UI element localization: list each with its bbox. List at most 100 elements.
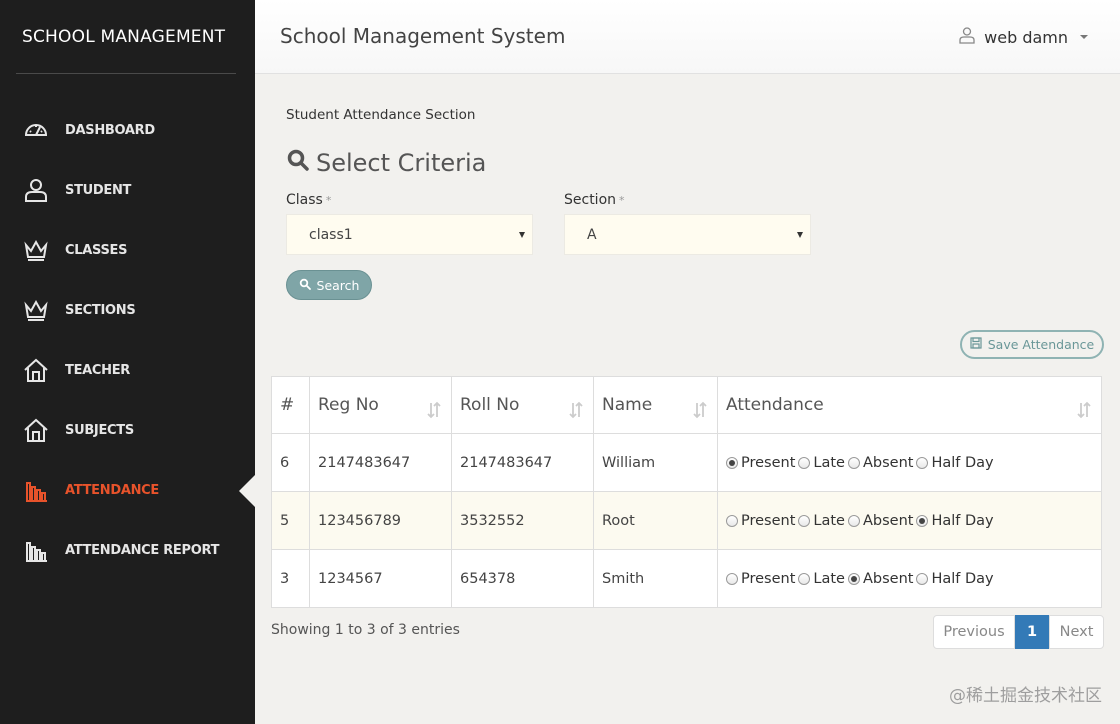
dashboard-icon — [22, 116, 50, 144]
sidebar-item-student[interactable]: STUDENT — [0, 170, 255, 210]
search-button[interactable]: Search — [286, 270, 372, 300]
sidebar-item-attendance-report[interactable]: ATTENDANCE REPORT — [0, 530, 255, 570]
sidebar-item-dashboard[interactable]: DASHBOARD — [0, 110, 255, 150]
attendance-radio-present[interactable] — [726, 572, 738, 585]
section-title: Student Attendance Section — [286, 107, 476, 123]
sidebar-item-classes[interactable]: CLASSES — [0, 230, 255, 270]
sidebar-item-label: STUDENT — [65, 182, 132, 198]
cell-reg-no: 123456789 — [309, 491, 452, 550]
attendance-option-label[interactable]: Late — [813, 571, 845, 587]
attendance-radio-half-day[interactable] — [916, 572, 929, 585]
attendance-option-label[interactable]: Absent — [863, 571, 913, 587]
attendance-option-label[interactable]: Late — [813, 455, 845, 471]
column-header-label: Attendance — [726, 395, 824, 415]
class-select[interactable]: class1 — [286, 214, 533, 255]
cell-name: Smith — [593, 549, 718, 608]
table-info: Showing 1 to 3 of 3 entries — [271, 622, 460, 638]
sort-icon — [569, 401, 583, 419]
sidebar-item-label: ATTENDANCE — [65, 482, 159, 498]
dropdown-arrow-icon — [797, 232, 803, 238]
attendance-radio-half-day[interactable] — [916, 456, 929, 469]
attendance-option-label[interactable]: Present — [741, 513, 795, 529]
attendance-option-label[interactable]: Half Day — [931, 455, 993, 471]
sidebar-item-sections[interactable]: SECTIONS — [0, 290, 255, 330]
class-label: Class * — [286, 192, 331, 208]
column-header-number[interactable]: # — [271, 376, 310, 434]
user-icon — [22, 176, 50, 204]
user-menu[interactable]: web damn — [958, 26, 1088, 48]
table-row: 5 123456789 3532552 Root Present Late Abse… — [271, 491, 1102, 550]
sidebar-item-label: SUBJECTS — [65, 422, 134, 438]
attendance-table: # Reg No Roll No Name Attendance 6 21474… — [271, 376, 1102, 608]
cell-reg-no: 1234567 — [309, 549, 452, 608]
attendance-option-label[interactable]: Present — [741, 455, 795, 471]
section-select[interactable]: A — [564, 214, 811, 255]
cell-attendance: Present Late Absent Half Day — [717, 433, 1102, 492]
attendance-radio-half-day[interactable] — [916, 514, 929, 527]
search-button-label: Search — [316, 277, 360, 293]
cell-roll-no: 654378 — [451, 549, 594, 608]
required-marker: * — [619, 194, 625, 207]
sidebar-item-attendance[interactable]: ATTENDANCE — [0, 470, 255, 510]
cell-name: William — [593, 433, 718, 492]
bar-chart-icon — [22, 536, 50, 564]
attendance-option-label[interactable]: Half Day — [931, 571, 993, 587]
attendance-radio-late[interactable] — [798, 514, 811, 527]
attendance-option-label[interactable]: Present — [741, 571, 795, 587]
cell-attendance: Present Late Absent Half Day — [717, 491, 1102, 550]
cell-reg-no: 2147483647 — [309, 433, 452, 492]
attendance-radio-late[interactable] — [798, 572, 811, 585]
attendance-radio-present[interactable] — [726, 456, 738, 469]
column-header-attendance[interactable]: Attendance — [717, 376, 1102, 434]
attendance-radio-absent[interactable] — [847, 456, 860, 469]
class-label-text: Class — [286, 192, 323, 208]
sort-icon — [693, 401, 707, 419]
attendance-option-label[interactable]: Absent — [863, 455, 913, 471]
attendance-option-label[interactable]: Half Day — [931, 513, 993, 529]
attendance-option-label[interactable]: Absent — [863, 513, 913, 529]
attendance-radio-absent[interactable] — [847, 572, 860, 585]
page-title: School Management System — [280, 24, 566, 48]
pagination: Previous 1 Next — [933, 615, 1104, 649]
previous-page-button[interactable]: Previous — [933, 615, 1015, 649]
table-header-row: # Reg No Roll No Name Attendance — [271, 376, 1102, 434]
section-label-text: Section — [564, 192, 617, 208]
sort-icon — [427, 401, 441, 419]
sidebar-item-subjects[interactable]: SUBJECTS — [0, 410, 255, 450]
brand-divider — [16, 73, 236, 74]
sidebar: SCHOOL MANAGEMENT DASHBOARD STUDENT CLAS… — [0, 0, 255, 724]
class-select-value: class1 — [309, 226, 353, 243]
attendance-radio-late[interactable] — [798, 456, 811, 469]
sort-icon — [1077, 401, 1091, 419]
cell-roll-no: 2147483647 — [451, 433, 594, 492]
save-attendance-button[interactable]: Save Attendance — [960, 330, 1104, 359]
cell-attendance: Present Late Absent Half Day — [717, 549, 1102, 608]
column-header-reg-no[interactable]: Reg No — [309, 376, 452, 434]
active-indicator — [239, 475, 255, 507]
attendance-radio-absent[interactable] — [847, 514, 860, 527]
criteria-heading: Select Criteria — [286, 148, 486, 178]
attendance-radio-present[interactable] — [726, 514, 738, 527]
save-icon — [970, 337, 982, 352]
chevron-down-icon — [1080, 35, 1088, 39]
column-header-roll-no[interactable]: Roll No — [451, 376, 594, 434]
criteria-title: Select Criteria — [316, 149, 487, 177]
attendance-radio-group: Present Late Absent Half Day — [726, 513, 1101, 529]
sidebar-item-label: CLASSES — [65, 242, 128, 258]
column-header-name[interactable]: Name — [593, 376, 718, 434]
column-header-label: Roll No — [460, 395, 520, 415]
table-row: 3 1234567 654378 Smith Present Late Absent… — [271, 549, 1102, 608]
section-select-value: A — [587, 226, 597, 243]
column-header-label: Name — [602, 395, 653, 415]
next-page-button[interactable]: Next — [1049, 615, 1104, 649]
brand-title: SCHOOL MANAGEMENT — [22, 27, 226, 47]
sidebar-item-label: DASHBOARD — [65, 122, 155, 138]
home-icon — [22, 356, 50, 384]
column-header-label: Reg No — [318, 395, 379, 415]
page-1-button[interactable]: 1 — [1015, 615, 1049, 649]
watermark: @稀土掘金技术社区 — [949, 686, 1102, 706]
sidebar-item-label: ATTENDANCE REPORT — [65, 542, 220, 558]
sidebar-item-teacher[interactable]: TEACHER — [0, 350, 255, 390]
attendance-option-label[interactable]: Late — [813, 513, 845, 529]
section-label: Section * — [564, 192, 625, 208]
